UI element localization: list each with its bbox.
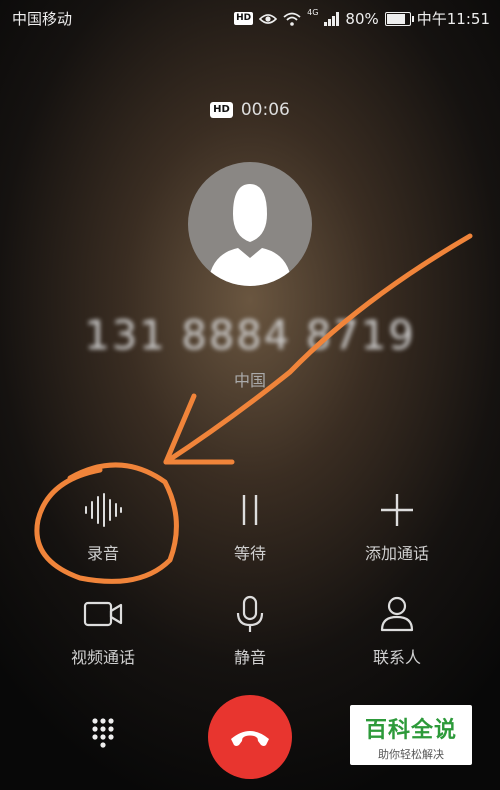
pause-icon (242, 495, 258, 525)
wifi-icon (283, 12, 301, 26)
clock: 中午11:51 (416, 10, 490, 28)
phone-hangup-icon (231, 731, 269, 746)
hd-call-badge: HD (210, 102, 233, 118)
person-icon (380, 596, 414, 632)
call-duration: 00:06 (240, 100, 290, 120)
watermark-logo: 百科全说 助你轻松解决 (350, 705, 472, 765)
hd-voice-icon: HD (234, 12, 254, 25)
default-person-icon (208, 184, 292, 286)
annotation-arrowhead-top (163, 393, 197, 465)
contacts-button[interactable]: 联系人 (314, 592, 480, 668)
call-timer: HD 00:06 (0, 100, 500, 120)
phone-number: 131 8884 8719 (84, 313, 416, 359)
battery-icon (384, 11, 414, 26)
network-type: 4G (307, 8, 319, 17)
status-icons: HD 4G 80% 中午11:51 (234, 8, 490, 29)
dialpad-button[interactable] (80, 713, 126, 759)
end-call-button[interactable] (208, 695, 292, 779)
mute-label: 静音 (233, 648, 266, 667)
contacts-label: 联系人 (372, 648, 421, 667)
record-button[interactable]: 录音 (20, 488, 186, 564)
plus-icon (381, 494, 413, 526)
status-bar: 中国移动 HD 4G 80% 中午11:51 (0, 0, 500, 34)
hold-button[interactable]: 等待 (167, 488, 333, 564)
signal-icon (324, 11, 340, 26)
watermark-title: 百科全说 (364, 718, 457, 743)
contact-avatar (188, 162, 312, 286)
video-call-button[interactable]: 视频通话 (20, 592, 186, 668)
video-camera-icon (83, 601, 123, 627)
record-label: 录音 (86, 544, 119, 563)
hold-label: 等待 (233, 544, 266, 563)
add-call-label: 添加通话 (364, 544, 429, 563)
number-location: 中国 (233, 371, 266, 390)
dialpad-icon (92, 718, 114, 748)
battery-percent: 80% (345, 9, 379, 28)
microphone-icon (236, 595, 264, 632)
watermark-subtitle: 助你轻松解决 (378, 748, 444, 761)
add-call-button[interactable]: 添加通话 (314, 488, 480, 564)
eye-icon (259, 13, 278, 24)
carrier-name: 中国移动 (12, 10, 73, 28)
video-call-label: 视频通话 (70, 648, 135, 667)
mute-button[interactable]: 静音 (167, 592, 333, 668)
waveform-icon (85, 493, 122, 527)
